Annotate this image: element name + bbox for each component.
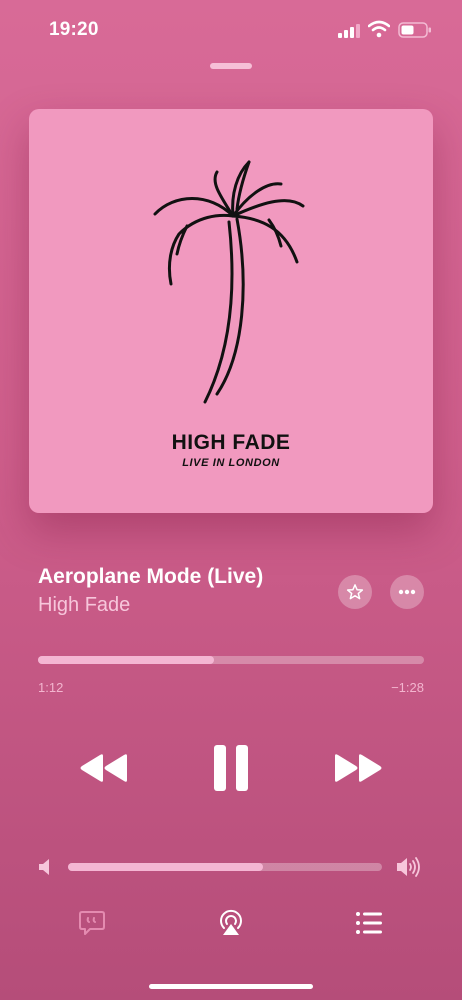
battery-icon [398,22,431,38]
artist-name[interactable]: High Fade [38,594,130,617]
volume-high-icon [397,857,420,877]
signal-icon [338,24,360,38]
home-indicator[interactable] [149,984,313,989]
airplay-icon [220,909,242,935]
fast-forward-icon [335,754,382,782]
volume-low-icon [39,859,49,875]
status-bar: 19:20 [0,0,462,60]
sheet-grabber[interactable] [210,63,252,69]
star-icon [346,584,364,600]
album-artwork: HIGH FADE LIVE IN LONDON [29,109,433,513]
favorite-button[interactable] [338,575,372,609]
artwork-subtitle: LIVE IN LONDON [182,457,280,469]
playback-scrubber[interactable] [38,656,424,664]
more-button[interactable] [390,575,424,609]
airplay-button[interactable] [217,907,245,937]
volume-level-fill [68,863,263,871]
remaining-time: −1:28 [391,680,424,695]
status-time: 19:20 [49,19,99,40]
rewind-button[interactable] [76,748,132,788]
queue-button[interactable] [355,910,383,936]
wifi-icon [368,20,390,38]
pause-icon [214,745,248,791]
rewind-icon [80,754,127,782]
volume-slider[interactable] [68,863,382,871]
playback-progress-fill [38,656,214,664]
elapsed-time: 1:12 [38,680,64,695]
song-title[interactable]: Aeroplane Mode (Live) [38,565,263,589]
lyrics-icon [79,911,105,935]
lyrics-button[interactable] [78,909,106,937]
palm-tree-illustration [153,160,305,404]
queue-icon [356,912,382,934]
fast-forward-button[interactable] [330,748,386,788]
artwork-title: HIGH FADE [171,431,291,454]
pause-button[interactable] [206,740,256,796]
more-icon [398,589,416,595]
